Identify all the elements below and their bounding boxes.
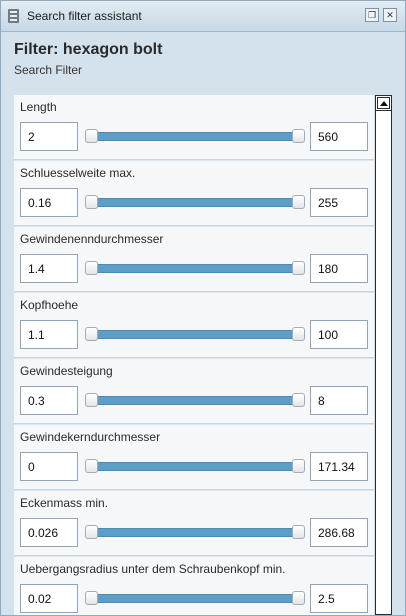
min-slider-handle[interactable] (85, 393, 98, 407)
scrollbar-divider (376, 110, 391, 111)
max-slider-handle[interactable] (292, 393, 305, 407)
min-slider-handle[interactable] (85, 459, 98, 473)
max-value-input[interactable] (310, 188, 368, 217)
filter-subtitle: Search Filter (14, 63, 83, 77)
filter-panel: Filter: hexagon bolt Search Filter Lengt… (3, 33, 403, 615)
max-value-input[interactable] (310, 452, 368, 481)
filter-row-schluesselweite: Schluesselweite max. (14, 161, 374, 226)
filter-label: Kopfhoehe (20, 298, 79, 312)
filter-label: Schluesselweite max. (20, 166, 136, 180)
scroll-up-button[interactable] (377, 97, 390, 109)
filter-label: Eckenmass min. (20, 496, 109, 510)
range-slider-track[interactable] (92, 264, 300, 273)
range-slider-track[interactable] (92, 594, 300, 603)
filter-row-eckenmass: Eckenmass min. (14, 491, 374, 556)
min-value-input[interactable] (20, 386, 78, 415)
min-value-input[interactable] (20, 320, 78, 349)
max-slider-handle[interactable] (292, 459, 305, 473)
max-value-input[interactable] (310, 320, 368, 349)
filter-label: Gewindenenndurchmesser (20, 232, 164, 246)
close-button[interactable]: ✕ (383, 8, 397, 22)
range-slider-track[interactable] (92, 132, 300, 141)
range-slider-track[interactable] (92, 396, 300, 405)
filter-row-gewindekerndurchmesser: Gewindekerndurchmesser (14, 425, 374, 490)
range-slider-track[interactable] (92, 198, 300, 207)
max-slider-handle[interactable] (292, 261, 305, 275)
search-filter-assistant-window: Search filter assistant ❐ ✕ Filter: hexa… (0, 0, 406, 616)
min-slider-handle[interactable] (85, 195, 98, 209)
up-arrow-icon (380, 101, 388, 106)
max-slider-handle[interactable] (292, 195, 305, 209)
min-value-input[interactable] (20, 518, 78, 547)
min-slider-handle[interactable] (85, 591, 98, 605)
vertical-scrollbar[interactable] (375, 95, 392, 615)
calculator-icon (8, 9, 19, 23)
max-value-input[interactable] (310, 254, 368, 283)
max-slider-handle[interactable] (292, 591, 305, 605)
min-value-input[interactable] (20, 254, 78, 283)
filter-row-gewindesteigung: Gewindesteigung (14, 359, 374, 424)
min-slider-handle[interactable] (85, 261, 98, 275)
range-slider-track[interactable] (92, 462, 300, 471)
min-value-input[interactable] (20, 188, 78, 217)
max-slider-handle[interactable] (292, 129, 305, 143)
max-slider-handle[interactable] (292, 327, 305, 341)
filter-row-gewindenenndurchmesser: Gewindenenndurchmesser (14, 227, 374, 292)
max-value-input[interactable] (310, 122, 368, 151)
filter-list: Length Schluesselweite max. Gewindenennd… (14, 95, 374, 615)
min-value-input[interactable] (20, 122, 78, 151)
min-slider-handle[interactable] (85, 129, 98, 143)
max-value-input[interactable] (310, 518, 368, 547)
filter-label: Gewindesteigung (20, 364, 113, 378)
filter-label: Length (20, 100, 57, 114)
max-slider-handle[interactable] (292, 525, 305, 539)
min-value-input[interactable] (20, 452, 78, 481)
filter-row-uebergangsradius: Uebergangsradius unter dem Schraubenkopf… (14, 557, 374, 615)
filter-label: Uebergangsradius unter dem Schraubenkopf… (20, 562, 286, 576)
filter-row-length: Length (14, 95, 374, 160)
restore-button[interactable]: ❐ (365, 8, 379, 22)
range-slider-track[interactable] (92, 330, 300, 339)
min-slider-handle[interactable] (85, 525, 98, 539)
range-slider-track[interactable] (92, 528, 300, 537)
max-value-input[interactable] (310, 584, 368, 613)
filter-label: Gewindekerndurchmesser (20, 430, 161, 444)
window-title: Search filter assistant (27, 9, 142, 23)
max-value-input[interactable] (310, 386, 368, 415)
filter-row-kopfhoehe: Kopfhoehe (14, 293, 374, 358)
filter-title: Filter: hexagon bolt (14, 41, 163, 58)
title-bar[interactable]: Search filter assistant ❐ ✕ (1, 1, 405, 32)
min-value-input[interactable] (20, 584, 78, 613)
min-slider-handle[interactable] (85, 327, 98, 341)
